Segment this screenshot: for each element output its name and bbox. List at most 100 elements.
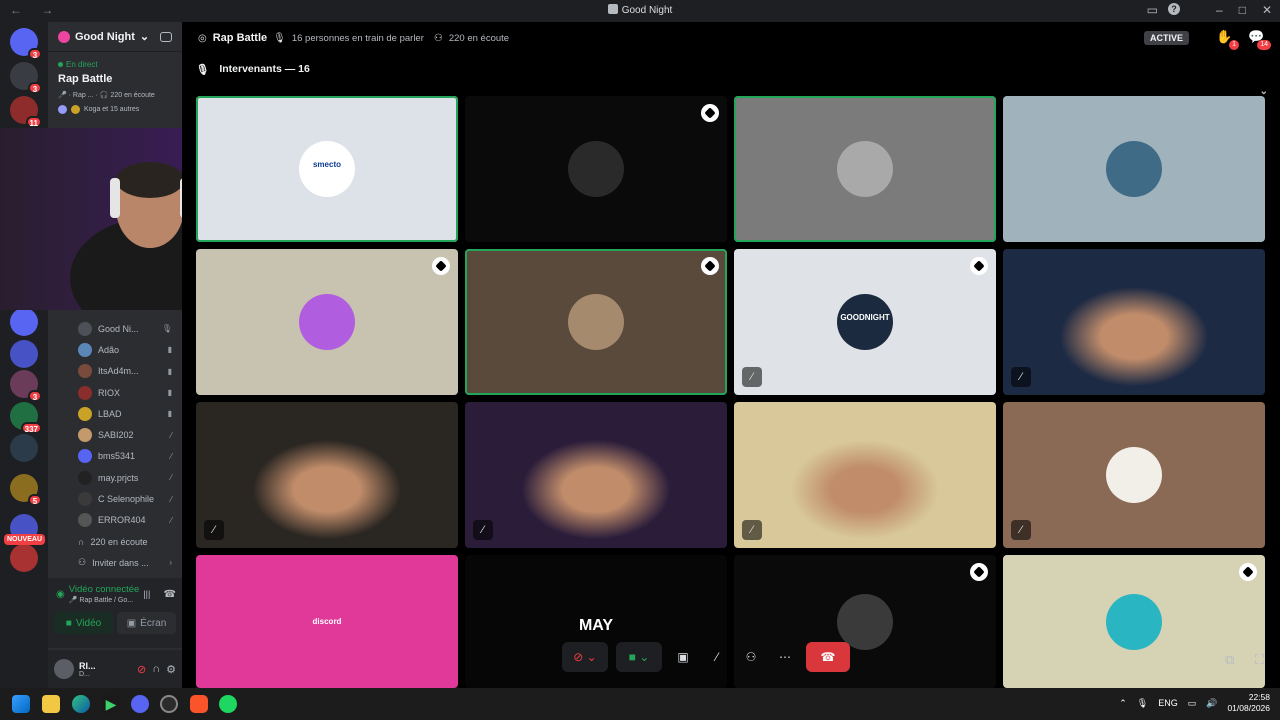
voice-channel[interactable]: 🎤 Rap Battle / Go... [69, 596, 140, 604]
video-button[interactable]: ■ Vidéo [54, 612, 113, 634]
waveform-icon[interactable]: ||| [143, 589, 150, 599]
server-icon-server-5[interactable] [10, 340, 38, 368]
live-stage-card[interactable]: En direct Rap Battle 🎤 · Rap ... · 🎧 220… [48, 52, 182, 114]
close-button[interactable]: ✕ [1262, 3, 1272, 17]
avatar [1106, 593, 1162, 650]
speaker-tile[interactable]: GOODNIGHT ⁄ [734, 249, 996, 395]
fullscreen-icon[interactable]: ⛶ [1255, 652, 1264, 668]
share-screen-icon[interactable]: ▣ [670, 642, 696, 672]
speaker-tile[interactable] [734, 96, 996, 242]
signal-icon[interactable]: ◉ [56, 589, 65, 600]
users-icon: ⚇ [433, 32, 443, 44]
camera-button[interactable]: ■ ⌄ [616, 642, 662, 672]
server-icon-server-1[interactable]: 3 [10, 62, 42, 94]
popout-icon[interactable]: ⧉ [1225, 652, 1234, 668]
minimize-button[interactable]: – [1216, 3, 1223, 17]
spotify-icon[interactable] [219, 695, 237, 713]
screen-share-button[interactable]: ▣ Écran [117, 612, 176, 634]
server-icon-server-6[interactable]: 3 [10, 370, 42, 402]
speaker-tile[interactable]: ⁄ [1003, 249, 1265, 395]
speaker-tile[interactable]: ⁄ [196, 402, 458, 548]
more-icon[interactable]: ⋯ [772, 642, 798, 672]
voice-user-row[interactable]: RIOX ▮ [48, 382, 182, 403]
maximize-button[interactable]: □ [1239, 3, 1246, 17]
status-icon: ▮ [167, 366, 172, 376]
avatar [78, 342, 92, 357]
mention-badge: 3 [28, 390, 42, 402]
raise-hand-icon[interactable]: ✋ 1 [1216, 29, 1239, 50]
voice-user-row[interactable]: ItsAd4m... ▮ [48, 361, 182, 382]
status-icon: ⁄ [170, 473, 172, 483]
speaker-tile[interactable]: smecto [196, 96, 458, 242]
speakers-header[interactable]: 🎙 Intervenants — 16 ⌄ [182, 54, 1280, 97]
avatar [78, 470, 92, 485]
avatar[interactable] [54, 659, 74, 679]
voice-user-row[interactable]: LBAD ▮ [48, 403, 182, 424]
server-icon-discord-home[interactable]: 3 [10, 28, 42, 60]
language-indicator[interactable]: ENG [1158, 698, 1178, 708]
voice-status: Vidéo connectée [68, 584, 140, 595]
voice-user-row[interactable]: Good Ni... 🎙 [48, 318, 182, 339]
headset-icon[interactable]: ∩ [152, 663, 160, 675]
mic-muted-icon: ⁄ [742, 367, 762, 387]
server-icon-server-8[interactable] [10, 434, 38, 462]
chevron-up-icon[interactable]: ⌃ [1119, 698, 1127, 709]
gear-icon[interactable]: ⚙ [166, 663, 176, 676]
volume-icon[interactable]: 🔊 [1206, 698, 1217, 709]
server-icon-server-4[interactable] [10, 308, 38, 336]
voice-user-row[interactable]: ERROR404 ⁄ [48, 510, 182, 531]
voice-user-row[interactable]: Adão ▮ [48, 339, 182, 360]
live-stage-sub: 🎤 · Rap ... · 🎧 220 en écoute [58, 92, 155, 99]
voice-user-name: ERROR404 [98, 515, 146, 526]
play-app-icon[interactable]: ▶ [102, 695, 120, 713]
speaker-request-icon[interactable]: ⁄ [704, 642, 730, 672]
moderator-icon [701, 257, 719, 275]
voice-user-row[interactable]: C Selenophile ⁄ [48, 488, 182, 509]
clock[interactable]: 22:58 01/08/2026 [1227, 692, 1270, 714]
channel-sidebar: Good Night ⌄ En direct Rap Battle 🎤 · Ra… [48, 22, 182, 688]
discord-taskbar-icon[interactable] [131, 695, 149, 713]
mic-muted-icon[interactable]: ⊘ [137, 663, 146, 676]
disconnect-icon[interactable]: ☎ [164, 589, 176, 600]
activities-icon[interactable]: 💬 14 [1248, 29, 1271, 50]
windows-start-icon[interactable] [12, 695, 30, 713]
speaker-tile[interactable]: ⁄ [1003, 402, 1265, 548]
file-explorer-icon[interactable] [42, 695, 60, 713]
leave-call-button[interactable]: ☎ [806, 642, 850, 672]
server-icon-server-7[interactable]: 337 [10, 402, 42, 434]
voice-user-name: Adão [98, 344, 120, 355]
server-icon-server-2[interactable]: 11 [10, 96, 42, 128]
invite-icon[interactable]: ⚇ [738, 642, 764, 672]
network-icon[interactable]: ▭ [1188, 698, 1197, 709]
mic-tray-icon[interactable]: 🎙 [1137, 698, 1148, 709]
invite-row[interactable]: ⚇ Inviter dans ... › [48, 552, 182, 573]
speaker-tile[interactable]: discord [196, 555, 458, 688]
voice-user-row[interactable]: SABI202 ⁄ [48, 424, 182, 445]
listeners-row[interactable]: ∩ 220 en écoute [48, 531, 182, 552]
title-bar: ← → Good Night ▭ ? – □ ✕ [0, 0, 1280, 22]
server-icon-server-11[interactable] [10, 544, 38, 572]
mute-mic-button[interactable]: ⊘ ⌄ [562, 642, 608, 672]
speaker-tile[interactable] [1003, 555, 1265, 688]
invite-icon[interactable] [160, 32, 172, 42]
chevron-right-icon: › [169, 558, 172, 568]
mic-icon: 🎙 [273, 32, 286, 44]
settings-app-icon[interactable] [160, 695, 178, 713]
voice-user-row[interactable]: may.prjcts ⁄ [48, 467, 182, 488]
brave-icon[interactable] [190, 695, 208, 713]
server-header[interactable]: Good Night ⌄ [48, 22, 182, 52]
speaker-tile[interactable]: ⁄ [465, 402, 727, 548]
edge-icon[interactable] [72, 695, 90, 713]
help-icon[interactable]: ? [1168, 3, 1180, 15]
speaking-count: 16 personnes en train de parler [291, 32, 424, 44]
speaker-tile[interactable]: ⁄ [734, 402, 996, 548]
status-icon: ⁄ [170, 451, 172, 461]
speaker-tile[interactable] [465, 96, 727, 242]
activity-badge[interactable]: ACTIVE [1144, 31, 1190, 45]
inbox-icon[interactable]: ▭ [1147, 3, 1158, 17]
server-icon-server-9[interactable]: 5 [10, 474, 42, 506]
voice-user-row[interactable]: bms5341 ⁄ [48, 446, 182, 467]
speaker-tile[interactable] [1003, 96, 1265, 242]
speaker-tile[interactable] [196, 249, 458, 395]
speaker-tile[interactable] [465, 249, 727, 395]
